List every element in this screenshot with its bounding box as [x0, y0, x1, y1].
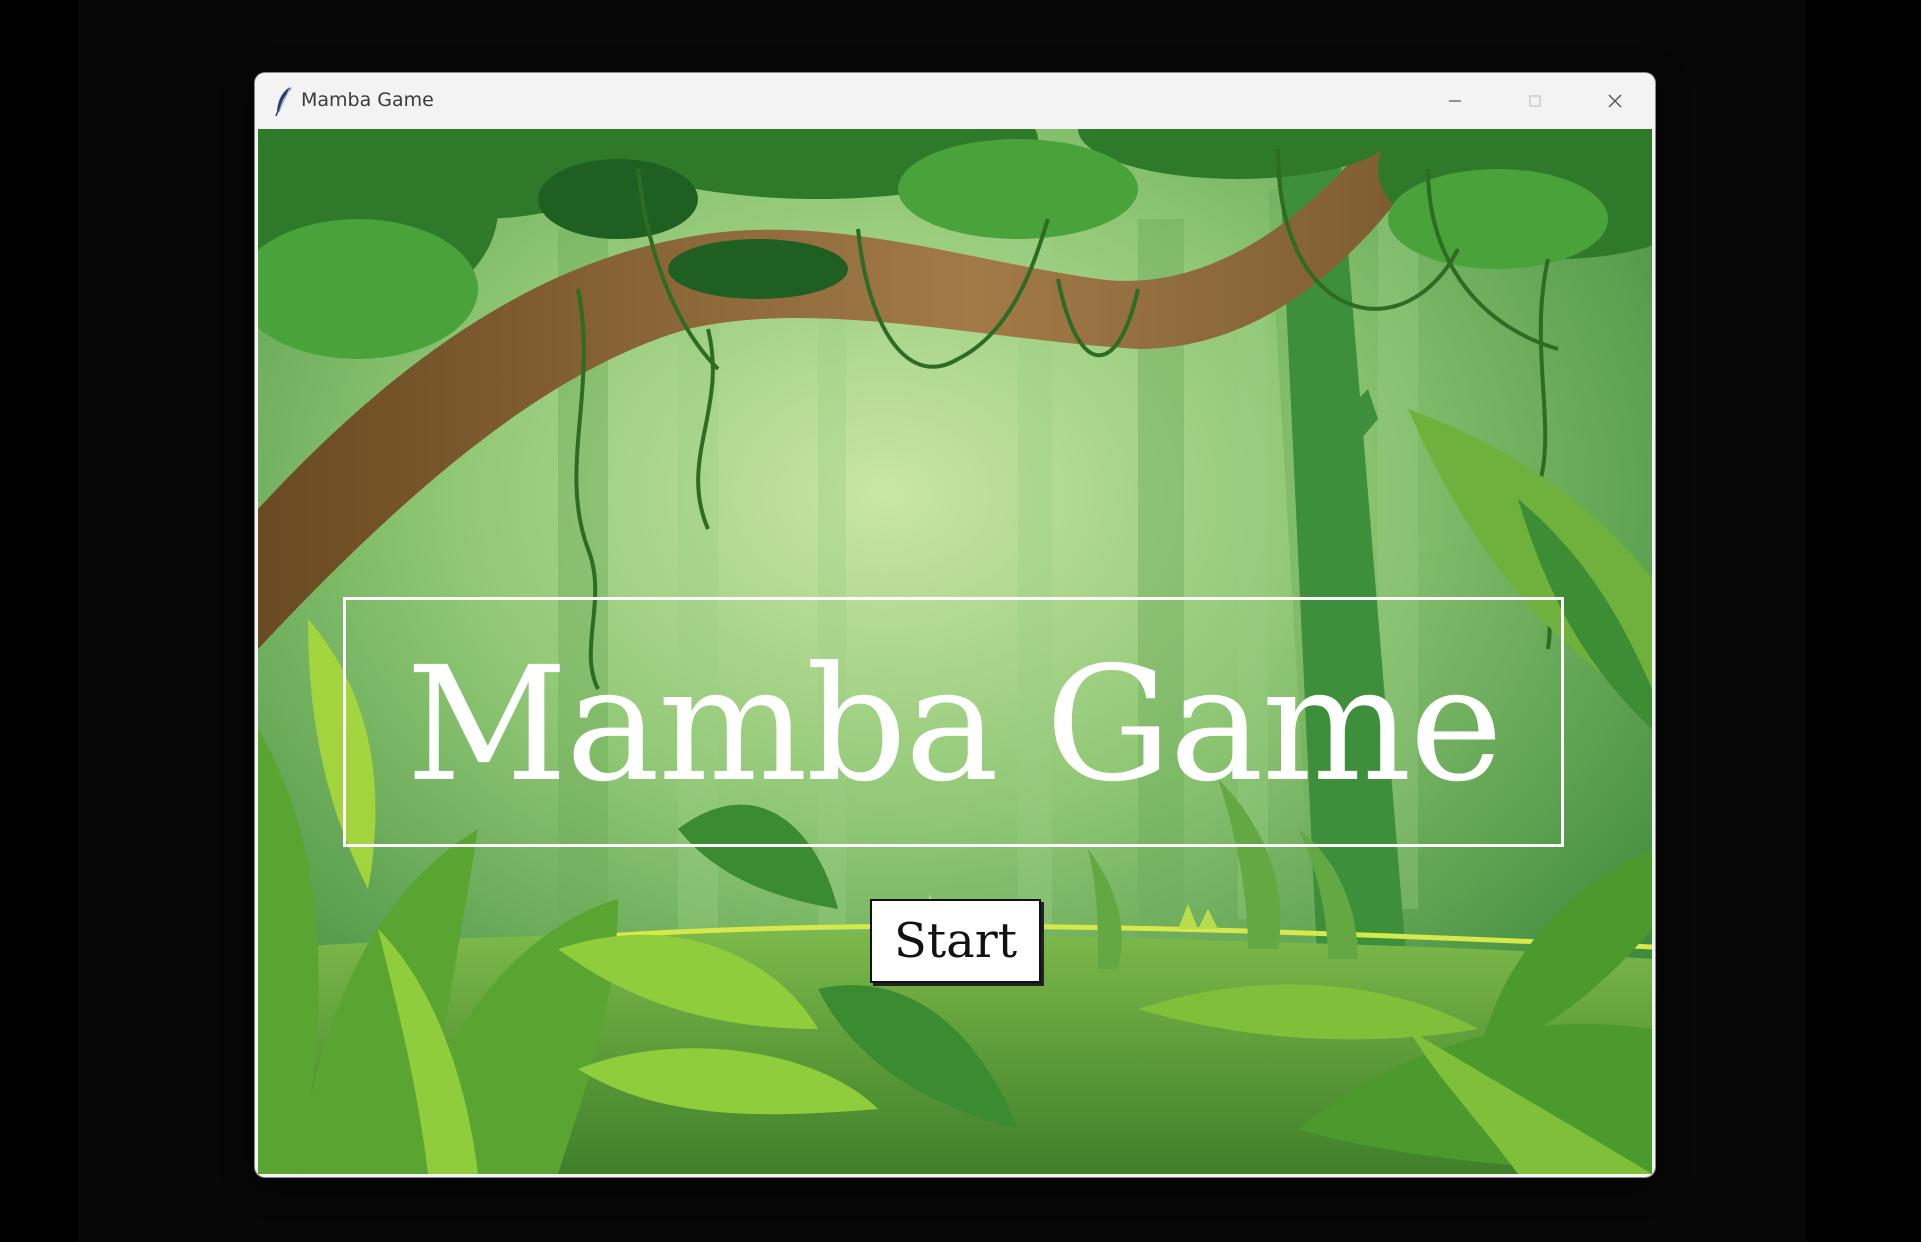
game-title: Mamba Game: [405, 633, 1503, 817]
close-icon: [1608, 94, 1622, 108]
maximize-icon: [1529, 95, 1541, 107]
close-button[interactable]: [1575, 73, 1655, 129]
minimize-icon: [1449, 100, 1461, 102]
feather-icon: [275, 86, 291, 117]
title-frame: Mamba Game: [343, 597, 1564, 847]
title-bar[interactable]: Mamba Game: [255, 73, 1655, 129]
window-title: Mamba Game: [301, 89, 434, 111]
maximize-button[interactable]: [1495, 73, 1575, 129]
app-window: Mamba Game Mamba Game Start: [255, 73, 1655, 1177]
minimize-button[interactable]: [1415, 73, 1495, 129]
game-canvas[interactable]: Mamba Game Start: [258, 129, 1652, 1174]
start-button[interactable]: Start: [870, 899, 1041, 983]
